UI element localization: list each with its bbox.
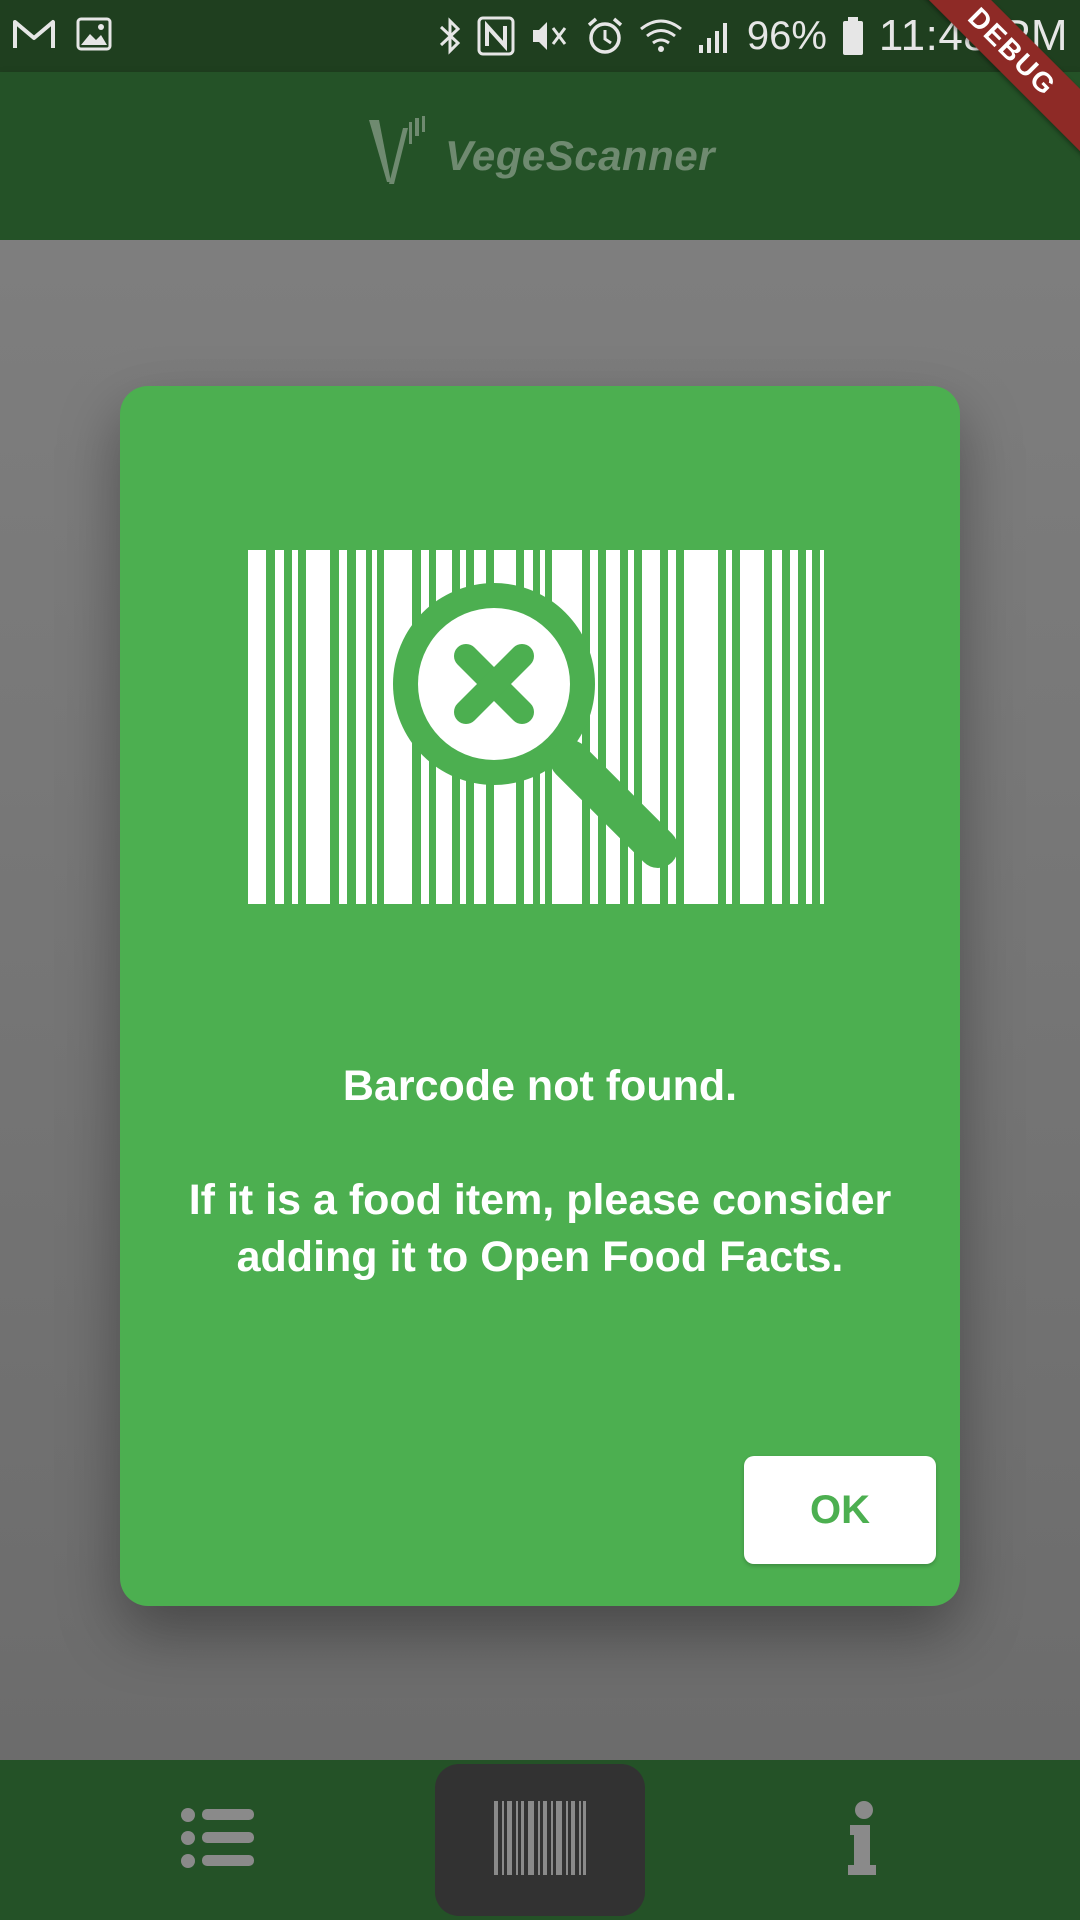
battery-level: 96% — [746, 13, 827, 58]
barcode-not-found-icon — [248, 550, 832, 910]
status-left-icons — [12, 16, 112, 57]
dialog-message-body: If it is a food item, please consider ad… — [188, 1176, 892, 1281]
vegescanner-logo-icon — [365, 112, 439, 201]
dialog-message-title: Barcode not found. — [342, 1062, 738, 1110]
app-bar: VegeScanner — [0, 72, 1080, 240]
nav-item-info[interactable] — [762, 1760, 962, 1920]
bottom-navigation — [0, 1760, 1080, 1920]
list-icon — [180, 1807, 256, 1874]
battery-icon — [841, 16, 865, 56]
bluetooth-icon — [437, 16, 463, 56]
nav-item-list[interactable] — [120, 1760, 316, 1920]
vibrate-icon — [529, 16, 571, 56]
barcode-icon — [494, 1800, 586, 1880]
app-logo: VegeScanner — [365, 112, 715, 201]
app-title: VegeScanner — [444, 132, 716, 179]
ok-button[interactable]: OK — [744, 1456, 936, 1564]
gmail-icon — [12, 16, 56, 57]
status-bar: 96% 11:48 PM — [0, 0, 1080, 72]
info-icon — [846, 1800, 878, 1880]
nav-item-scan[interactable] — [435, 1764, 645, 1916]
image-icon — [76, 17, 112, 56]
dialog-message: Barcode not found. If it is a food item,… — [170, 1058, 910, 1286]
signal-icon — [697, 17, 733, 55]
barcode-not-found-dialog: Barcode not found. If it is a food item,… — [120, 386, 960, 1606]
nfc-icon — [477, 16, 515, 56]
alarm-icon — [585, 16, 625, 56]
wifi-icon — [639, 17, 683, 55]
